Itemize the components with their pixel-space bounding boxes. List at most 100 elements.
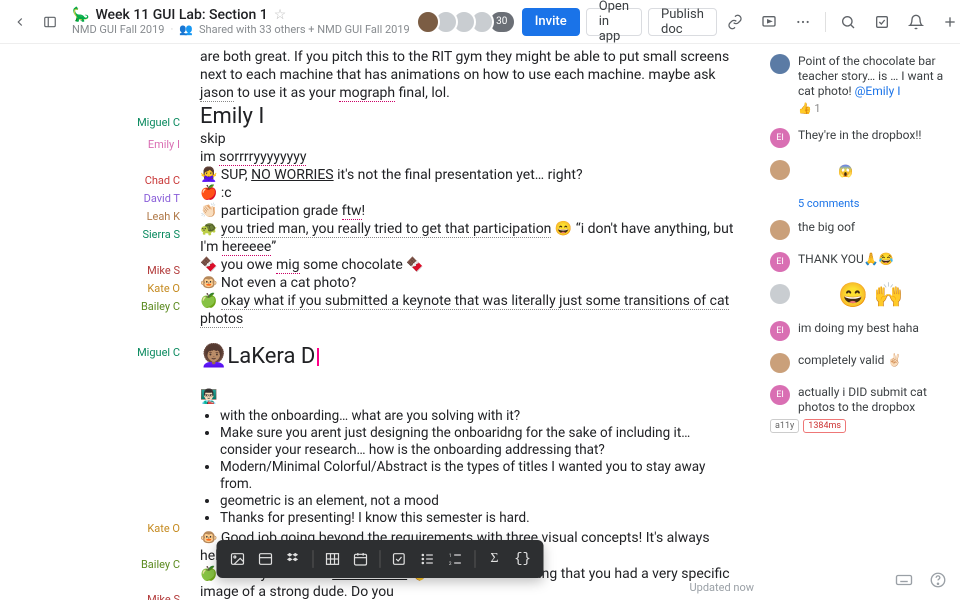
line[interactable]: 🍎 :c <box>200 184 740 202</box>
avatar <box>770 353 790 373</box>
comment[interactable]: 😱 <box>770 160 946 185</box>
search-icon[interactable] <box>836 10 860 34</box>
breadcrumb-shared[interactable]: Shared with 33 others + NMD GUI Fall 201… <box>199 23 410 36</box>
main-layout: Miguel CEmily IChad CDavid TLeah KSierra… <box>0 44 960 600</box>
checkbox-icon[interactable] <box>870 10 894 34</box>
author-label: Bailey C <box>141 298 180 316</box>
list-item[interactable]: with the onboarding… what are you solvin… <box>220 408 740 425</box>
bell-icon[interactable] <box>904 10 928 34</box>
insert-toolbar: 12 Σ {} <box>217 540 544 578</box>
svg-text:1: 1 <box>449 553 452 559</box>
avatar <box>770 284 790 304</box>
publish-button[interactable]: Publish doc <box>648 8 717 36</box>
spellcheck-word[interactable]: hereeee <box>222 239 271 256</box>
author-label: Chad C <box>145 172 180 190</box>
insert-formula-icon[interactable]: Σ <box>482 546 508 572</box>
breadcrumb: NMD GUI Fall 2019 · 👥 Shared with 33 oth… <box>72 23 410 36</box>
avatar <box>770 220 790 240</box>
link-icon[interactable] <box>723 10 747 34</box>
comment[interactable]: 😄 🙌 <box>770 284 946 309</box>
insert-numbered-list-icon[interactable]: 12 <box>443 546 469 572</box>
line[interactable]: 🍏 okay what if you submitted a keynote t… <box>200 292 740 328</box>
mention-link[interactable]: @Emily I <box>855 84 901 98</box>
author-label: Mike S <box>147 262 180 280</box>
section-heading[interactable]: 👩🏽‍🦱LaKera D <box>200 348 319 366</box>
comment[interactable]: the big oof <box>770 220 946 240</box>
insert-calendar-icon[interactable] <box>348 546 374 572</box>
help-icon[interactable] <box>926 568 950 592</box>
insert-layout-icon[interactable] <box>253 546 279 572</box>
insert-checklist-icon[interactable] <box>387 546 413 572</box>
comment[interactable]: Point of the chocolate bar teacher story… <box>770 54 946 116</box>
section-heading[interactable]: Emily I <box>200 108 264 126</box>
invite-button[interactable]: Invite <box>522 8 580 36</box>
toolbar-separator <box>313 550 314 568</box>
document-body[interactable]: are both great. If you pitch this to the… <box>0 44 760 600</box>
comment[interactable]: EI actually i DID submit cat photos to t… <box>770 385 946 415</box>
people-icon: 👥 <box>179 23 193 36</box>
insert-image-icon[interactable] <box>225 546 251 572</box>
bullet-list[interactable]: with the onboarding… what are you solvin… <box>220 408 740 527</box>
line[interactable]: 🍫 you owe mig some chocolate 🍫 <box>200 256 740 274</box>
title-block: 🦕 Week 11 GUI Lab: Section 1 ☆ NMD GUI F… <box>72 7 410 36</box>
back-icon[interactable] <box>8 10 32 34</box>
dev-badges: a11y 1384ms <box>770 419 946 433</box>
line[interactable]: 🐵 Not even a cat photo? <box>200 274 740 292</box>
comment[interactable]: completely valid ✌🏻 <box>770 353 946 373</box>
open-in-app-button[interactable]: Open in app <box>586 8 642 36</box>
presence-avatars[interactable]: 30 <box>422 10 516 34</box>
list-item[interactable]: Make sure you arent just designing the o… <box>220 425 740 459</box>
spellcheck-word[interactable]: mograph <box>339 85 395 102</box>
list-item[interactable]: Modern/Minimal Colorful/Abstract is the … <box>220 459 740 493</box>
line[interactable]: 🙅‍♀️ SUP, NO WORRIES it's not the final … <box>200 166 740 184</box>
presentation-icon[interactable] <box>757 10 781 34</box>
insert-code-icon[interactable]: {} <box>510 546 536 572</box>
insert-dropbox-icon[interactable] <box>281 546 307 572</box>
doc-title[interactable]: Week 11 GUI Lab: Section 1 <box>95 7 267 23</box>
line[interactable]: im sorrrryyyyyyyy <box>200 148 740 166</box>
header-actions <box>723 10 960 34</box>
insert-table-icon[interactable] <box>320 546 346 572</box>
comments-sidebar: Point of the chocolate bar teacher story… <box>760 44 960 600</box>
insert-bullet-list-icon[interactable] <box>415 546 441 572</box>
reaction-emoji: 😄 🙌 <box>798 284 904 309</box>
more-icon[interactable] <box>791 10 815 34</box>
paragraph[interactable]: are both great. If you pitch this to the… <box>200 48 740 102</box>
svg-text:2: 2 <box>449 561 452 567</box>
line[interactable]: 🐢 you tried man, you really tried to get… <box>200 220 740 256</box>
document-column: Miguel CEmily IChad CDavid TLeah KSierra… <box>0 44 760 600</box>
reaction-meta[interactable]: 👍 1 <box>798 101 946 116</box>
author-label: Sierra S <box>142 226 180 244</box>
avatar: EI <box>770 128 790 148</box>
breadcrumb-folder[interactable]: NMD GUI Fall 2019 <box>72 23 164 36</box>
comment[interactable]: EI They're in the dropbox!! <box>770 128 946 148</box>
spellcheck-word[interactable]: ftw <box>342 203 362 220</box>
toolbar-separator <box>380 550 381 568</box>
app-header: 🦕 Week 11 GUI Lab: Section 1 ☆ NMD GUI F… <box>0 0 960 44</box>
spellcheck-word[interactable]: mig <box>276 257 300 274</box>
comment[interactable]: EI im doing my best haha <box>770 321 946 341</box>
author-label: Bailey C <box>141 556 180 574</box>
breadcrumb-sep: · <box>170 23 173 36</box>
author-label: Emily I <box>148 136 180 154</box>
keyboard-icon[interactable] <box>892 568 916 592</box>
spellcheck-word[interactable]: sorrrryyyyyyyy <box>219 149 306 166</box>
star-icon[interactable]: ☆ <box>274 7 287 23</box>
list-item[interactable]: Thanks for presenting! I know this semes… <box>220 510 740 527</box>
author-label: Miguel C <box>137 344 180 362</box>
perf-badge[interactable]: 1384ms <box>803 419 846 433</box>
a11y-badge[interactable]: a11y <box>770 419 799 433</box>
panel-icon[interactable] <box>38 10 62 34</box>
avatar[interactable] <box>416 10 440 34</box>
author-label: Kate O <box>147 280 180 298</box>
list-item[interactable]: geometric is an element, not a mood <box>220 493 740 510</box>
mention-link[interactable]: jason <box>200 85 234 102</box>
line[interactable]: 👏🏻 participation grade ftw! <box>200 202 740 220</box>
line[interactable]: 👨🏻‍🏫 <box>200 388 740 406</box>
plus-icon[interactable] <box>938 10 960 34</box>
author-label: Kate O <box>147 520 180 538</box>
comments-expand-link[interactable]: 5 comments <box>798 197 946 210</box>
line[interactable]: skip <box>200 130 740 148</box>
comment[interactable]: EI THANK YOU🙏😂 <box>770 252 946 272</box>
author-label: Miguel C <box>137 114 180 132</box>
